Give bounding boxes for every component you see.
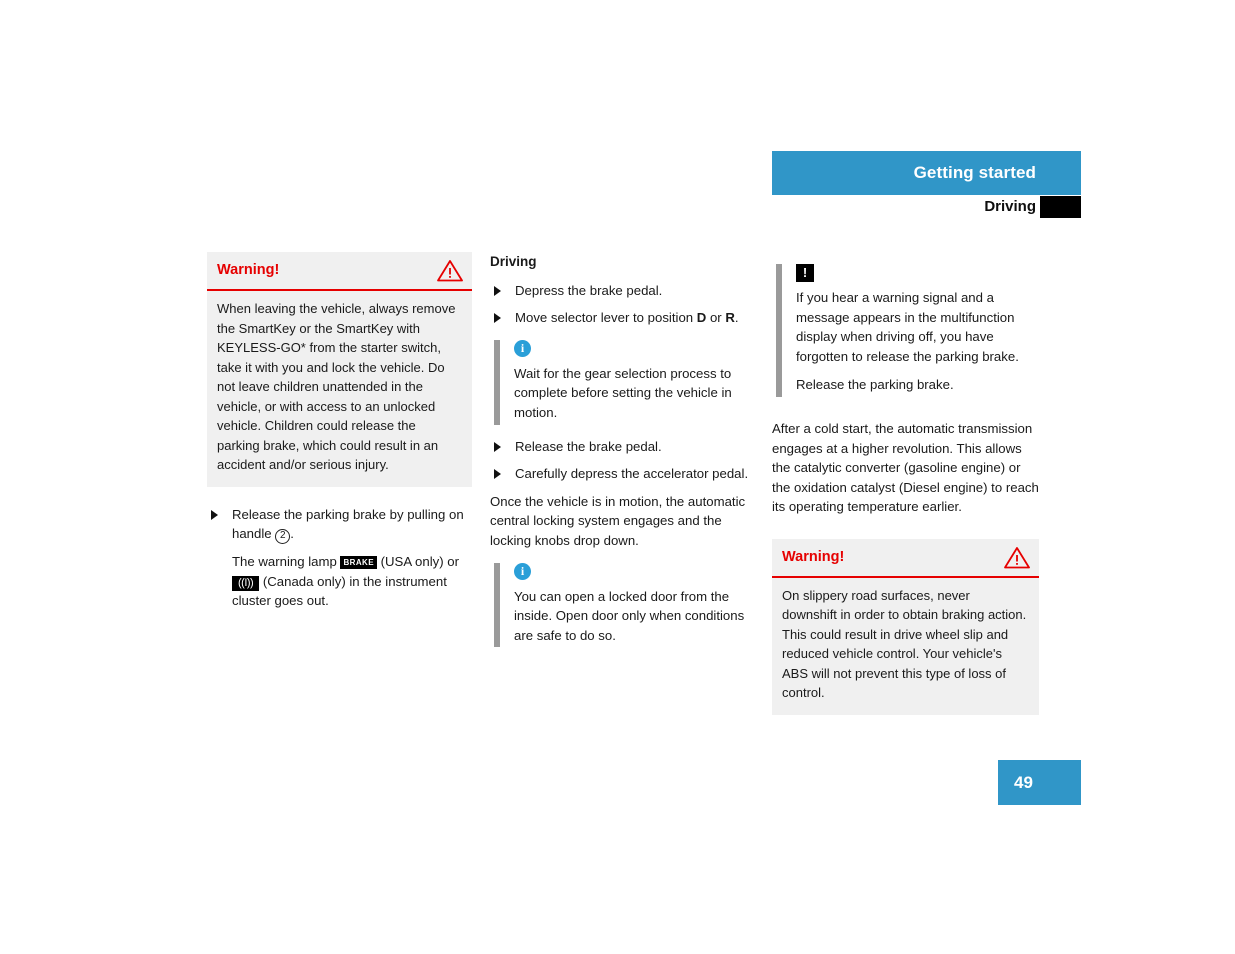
selector-text-1: Move selector lever to position — [515, 310, 697, 326]
note-text-1: If you hear a warning signal and a messa… — [796, 290, 1019, 364]
note-text-2: Release the parking brake. — [796, 377, 954, 393]
note-body: Wait for the gear selection process to c… — [514, 364, 755, 423]
bullet-arrow-icon — [494, 285, 501, 296]
subsection-title: Driving — [984, 198, 1036, 215]
lamp-text-1: The warning lamp — [232, 554, 341, 570]
selector-text-3: . — [734, 310, 739, 326]
note-icon-row: i — [514, 562, 755, 587]
info-icon: i — [514, 339, 531, 357]
list-item: Release the brake pedal. — [490, 437, 755, 457]
bullet-arrow-icon — [211, 509, 218, 520]
warning-box-right: Warning! On slippery road surfaces, neve… — [772, 538, 1039, 715]
bullet-arrow-icon — [494, 441, 501, 452]
body-paragraph: After a cold start, the automatic transm… — [772, 420, 1039, 515]
callout-number: 2 — [275, 529, 291, 545]
warning-body: When leaving the vehicle, always remove … — [217, 301, 456, 472]
page-number: 49 — [1014, 773, 1033, 792]
exclamation-box-icon: ! — [796, 264, 814, 282]
note-icon-row: ! — [796, 264, 1039, 288]
warning-box-header: Warning! — [772, 539, 1039, 578]
list-item: Depress the brake pedal. — [490, 281, 755, 301]
caution-note: ! If you hear a warning signal and a mes… — [776, 264, 1039, 397]
warning-title: Warning! — [782, 548, 845, 565]
info-note: i You can open a locked door from the in… — [494, 562, 755, 648]
lamp-text-2: (USA only) or — [376, 554, 460, 570]
warning-box-left: Warning! When leaving the vehicle, alway… — [207, 252, 472, 487]
list-item: Release the parking brake by pulling on … — [207, 505, 472, 545]
list-item: Move selector lever to position D or R. — [490, 308, 755, 328]
note-text: You can open a locked door from the insi… — [514, 588, 745, 643]
warning-lamp-note: The warning lamp BRAKE (USA only) or ((I… — [207, 552, 472, 611]
chapter-thumb-tab — [1040, 196, 1081, 218]
step-text-before: Release the parking brake by pulling on … — [232, 506, 464, 542]
section-header-banner: Getting started — [772, 151, 1081, 195]
note-icon-row: i — [514, 339, 755, 364]
note-text: Wait for the gear selection process to c… — [514, 365, 732, 420]
section-title: Getting started — [913, 163, 1036, 182]
info-icon: i — [514, 562, 531, 580]
note-body: If you hear a warning signal and a messa… — [796, 288, 1039, 395]
gear-position-d: D — [696, 310, 707, 326]
warning-title: Warning! — [217, 262, 280, 278]
step-text: Depress the brake pedal. — [515, 282, 663, 298]
brake-lamp-symbol: BRAKE — [340, 556, 377, 570]
list-item: Carefully depress the accelerator pedal. — [490, 464, 755, 484]
warning-triangle-icon — [437, 260, 463, 282]
warning-body: On slippery road surfaces, never downshi… — [782, 587, 1027, 701]
warning-box-header: Warning! — [207, 252, 472, 291]
section-heading-driving: Driving — [490, 254, 537, 269]
bullet-arrow-icon — [494, 469, 501, 480]
canada-brake-lamp-symbol: ((I)) — [232, 575, 260, 591]
warning-triangle-icon — [1004, 547, 1030, 569]
bullet-arrow-icon — [494, 313, 501, 324]
selector-text-2: or — [706, 310, 726, 326]
body-paragraph: Once the vehicle is in motion, the autom… — [490, 493, 746, 548]
subsection-header: Driving — [772, 195, 1081, 219]
step-text-after: . — [290, 526, 294, 542]
step-text: Release the brake pedal. — [515, 438, 662, 454]
gear-position-r: R — [725, 310, 735, 326]
step-text: Carefully depress the accelerator pedal. — [515, 466, 749, 482]
left-column: Warning! When leaving the vehicle, alway… — [207, 252, 472, 619]
info-note: i Wait for the gear selection process to… — [494, 339, 755, 425]
page-number-badge: 49 — [998, 760, 1081, 805]
right-column: ! If you hear a warning signal and a mes… — [772, 252, 1039, 733]
lamp-text-3: (Canada only) in the instrument cluster … — [232, 573, 447, 609]
note-body: You can open a locked door from the insi… — [514, 587, 755, 646]
middle-column: Driving Depress the brake pedal. Move se… — [490, 252, 755, 659]
